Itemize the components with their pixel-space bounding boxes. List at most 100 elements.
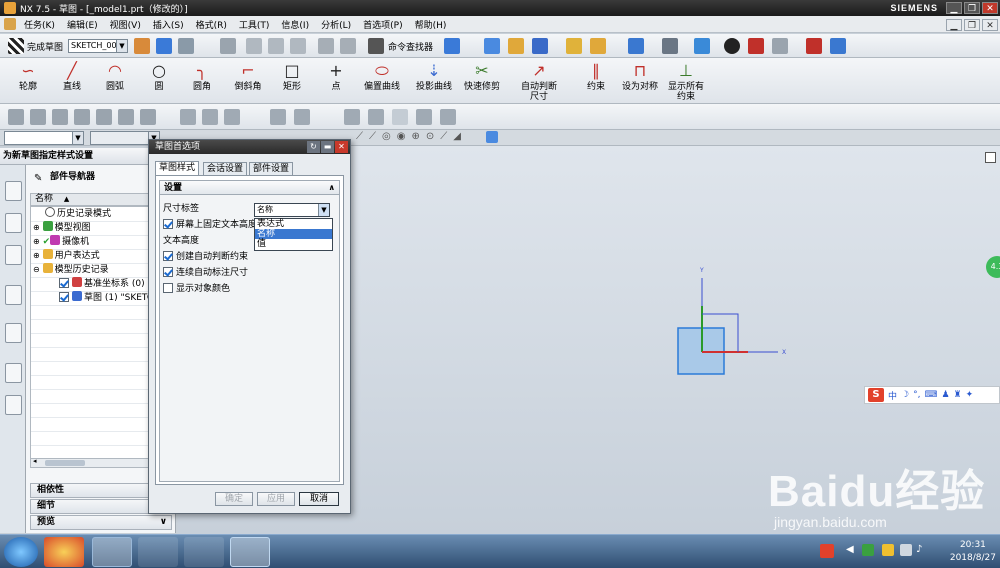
taskbar-app-document[interactable] — [138, 537, 178, 567]
tray-speaker-icon[interactable]: ◀ — [846, 544, 854, 555]
finish-sketch-label[interactable]: 完成草图 — [27, 40, 63, 53]
intersect-icon[interactable] — [416, 109, 432, 125]
tab-sketch-style[interactable]: 草图样式 — [155, 161, 200, 175]
tool-arc[interactable]: ◠ 圆弧 — [99, 62, 131, 93]
show-hide-icon[interactable] — [806, 38, 822, 54]
constraint-navigator-icon[interactable] — [5, 213, 22, 233]
maximize-view-icon[interactable] — [985, 152, 996, 163]
settings-group-header[interactable]: 设置 ∧ — [160, 181, 339, 195]
tool-offset-curve[interactable]: ⬭ 偏置曲线 — [360, 62, 404, 93]
menu-preferences[interactable]: 首选项(P) — [357, 18, 408, 31]
scroll-left-icon[interactable]: ◂ — [33, 457, 37, 465]
tool-point[interactable]: + 点 — [320, 62, 352, 93]
taskbar-app-paint[interactable] — [184, 537, 224, 567]
user-icon[interactable]: ♟ — [941, 390, 949, 400]
menu-help[interactable]: 帮助(H) — [409, 18, 453, 31]
tool-show-all-constraints[interactable]: ⊥ 显示所有约束 — [664, 62, 708, 103]
doc-minimize-button[interactable]: ▁ — [946, 19, 962, 31]
web-browser-icon[interactable] — [5, 323, 22, 343]
cube-icon[interactable] — [486, 131, 498, 143]
finish-sketch-flag-icon[interactable] — [8, 38, 24, 54]
ok-button[interactable]: 确定 — [215, 492, 253, 506]
unite-icon[interactable] — [344, 109, 360, 125]
chamfer-feature-icon[interactable] — [202, 109, 218, 125]
menu-analysis[interactable]: 分析(L) — [315, 18, 357, 31]
fit-view-icon[interactable] — [628, 38, 644, 54]
continuous-auto-dim-checkbox[interactable] — [163, 267, 173, 277]
move-object-icon[interactable] — [830, 38, 846, 54]
snap-point-icons[interactable]: ⟋⟋◎◉⊕⊙⟋◢ — [356, 131, 467, 142]
render-style-icon[interactable] — [662, 38, 678, 54]
doc-restore-button[interactable]: ❐ — [964, 19, 980, 31]
cut-icon[interactable] — [246, 38, 262, 54]
tool-line[interactable]: ╱ 直线 — [56, 62, 88, 93]
pocket-icon[interactable] — [96, 109, 112, 125]
menu-insert[interactable]: 插入(S) — [147, 18, 190, 31]
layer-icon[interactable] — [484, 38, 500, 54]
sketch-plane-icon[interactable] — [134, 38, 150, 54]
pad-icon[interactable] — [118, 109, 134, 125]
revolve-icon[interactable] — [30, 109, 46, 125]
triangle-icon[interactable] — [392, 109, 408, 125]
hide-icon[interactable] — [772, 38, 788, 54]
pin-icon[interactable]: ✎ — [34, 173, 42, 184]
copy-icon[interactable] — [268, 38, 284, 54]
option-value[interactable]: 值 — [255, 239, 332, 249]
command-finder-button[interactable]: 命令查找器 — [388, 40, 433, 53]
keyboard-icon[interactable]: ⌨ — [924, 390, 937, 400]
menu-view[interactable]: 视图(V) — [104, 18, 147, 31]
tree-item-history-mode[interactable]: 历史记录模式 — [45, 207, 111, 221]
tool-chamfer[interactable]: ⌐ 倒斜角 — [230, 62, 266, 93]
undo-icon[interactable] — [318, 38, 334, 54]
shaded-cube-icon[interactable] — [694, 38, 710, 54]
save-icon[interactable] — [220, 38, 236, 54]
expand-icon[interactable]: ⊕ — [33, 237, 40, 246]
tool-fillet[interactable]: ╮ 圆角 — [186, 62, 218, 93]
tree-item-datum-csys[interactable]: 基准坐标系 (0) — [59, 277, 145, 291]
tab-part-settings[interactable]: 部件设置 — [249, 162, 294, 175]
trim-body-icon[interactable] — [270, 109, 286, 125]
menu-info[interactable]: 信息(I) — [275, 18, 315, 31]
ruler-icon[interactable] — [566, 38, 582, 54]
show-object-color-checkbox[interactable] — [163, 283, 173, 293]
shirt-icon[interactable]: ♜ — [954, 390, 962, 400]
collapse-dialog-icon[interactable]: ▬ — [321, 141, 334, 153]
tray-security-icon[interactable] — [882, 544, 894, 556]
create-auto-constraints-option[interactable]: 创建自动判断约束 — [163, 251, 248, 263]
sogou-logo-icon[interactable]: S — [868, 388, 884, 402]
expand-icon[interactable]: ⊕ — [33, 251, 40, 260]
section-preview[interactable]: 预览 ∨ — [30, 515, 172, 530]
section-view-icon[interactable] — [748, 38, 764, 54]
tool-auto-dimension[interactable]: ↗ 自动判断尺寸 — [517, 62, 561, 103]
history-icon[interactable] — [5, 363, 22, 383]
tree-item-cameras[interactable]: ⊕ ✔ 摄像机 — [33, 235, 89, 249]
taskbar-app-pinwheel[interactable] — [44, 537, 84, 567]
restore-button[interactable]: ❐ — [964, 2, 980, 14]
slot-icon[interactable] — [140, 109, 156, 125]
shell-icon[interactable] — [224, 109, 240, 125]
taskbar-app-360[interactable] — [92, 537, 132, 567]
menu-edit[interactable]: 编辑(E) — [61, 18, 104, 31]
tool-make-symmetric[interactable]: ⊓ 设为对称 — [620, 62, 660, 93]
tree-item-model-history[interactable]: ⊖ 模型历史记录 — [33, 263, 109, 277]
redo-icon[interactable] — [340, 38, 356, 54]
view-sketch-icon[interactable] — [178, 38, 194, 54]
reuse-library-icon[interactable] — [5, 285, 22, 305]
tool-quick-trim[interactable]: ✂ 快速修剪 — [460, 62, 504, 93]
punctuation-icon[interactable]: °, — [913, 390, 920, 400]
snap-icon[interactable] — [508, 38, 524, 54]
reset-icon[interactable]: ↻ — [307, 141, 320, 153]
menu-task[interactable]: 任务(K) — [18, 18, 61, 31]
type-filter-combo[interactable]: ▼ — [4, 131, 84, 145]
visibility-checkbox[interactable] — [59, 278, 69, 288]
minimize-button[interactable]: ▁ — [946, 2, 962, 14]
select-icon[interactable] — [444, 38, 460, 54]
paste-icon[interactable] — [290, 38, 306, 54]
tool-profile[interactable]: ∽ 轮廓 — [12, 62, 44, 93]
menu-format[interactable]: 格式(R) — [190, 18, 233, 31]
part-navigator-icon[interactable] — [5, 245, 22, 265]
tray-shield-icon[interactable] — [862, 544, 874, 556]
tool-constraint[interactable]: ∥ 约束 — [580, 62, 612, 93]
fix-text-height-checkbox[interactable] — [163, 219, 173, 229]
doc-close-button[interactable]: ✕ — [982, 19, 998, 31]
